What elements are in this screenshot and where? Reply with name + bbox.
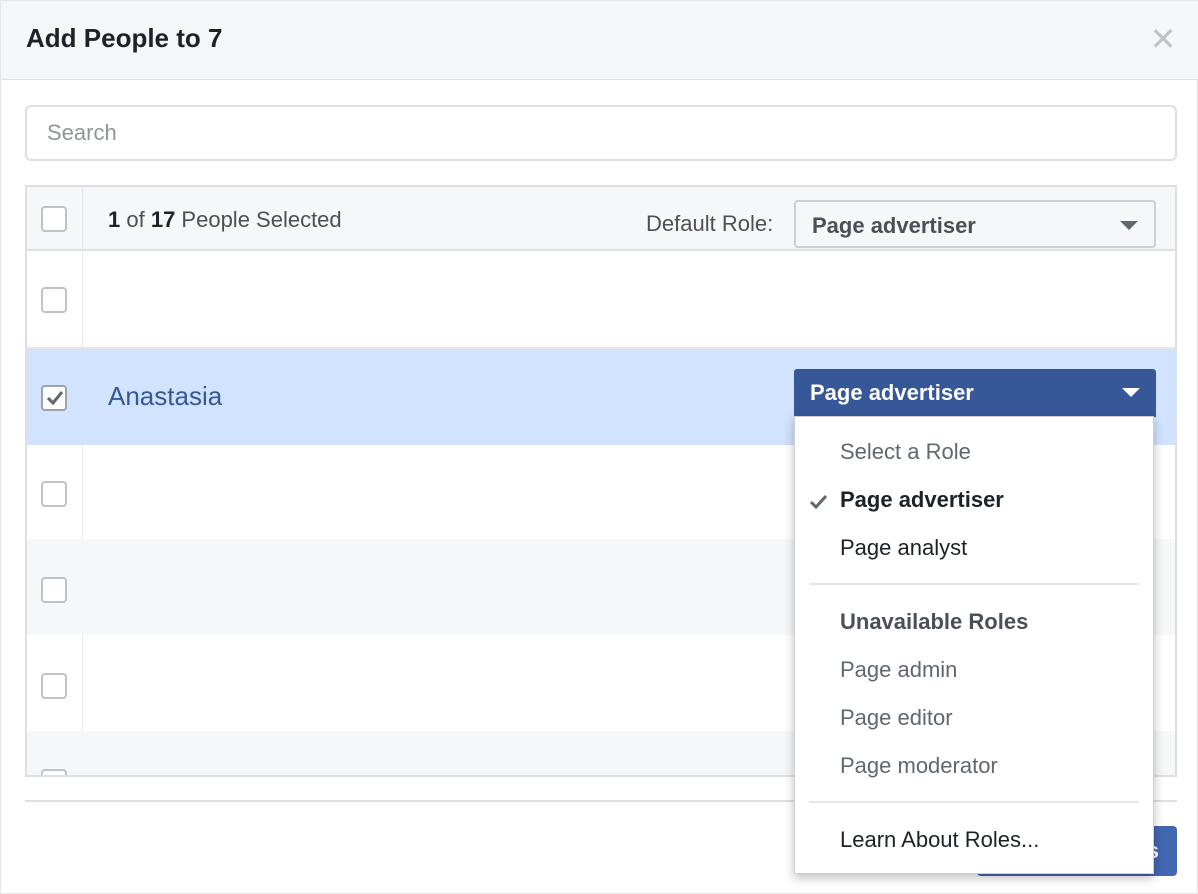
selected-suffix: People Selected [175,207,342,232]
selected-count: 1 [108,207,121,232]
menu-item-page-advertiser[interactable]: Page advertiser [840,487,1004,513]
search-input[interactable] [25,105,1177,161]
menu-item-page-editor: Page editor [840,705,953,730]
close-icon[interactable]: ✕ [1149,23,1177,55]
menu-divider [809,583,1139,585]
menu-item-page-moderator: Page moderator [840,753,998,778]
dialog-title: Add People to 7 [26,23,223,53]
row-checkbox[interactable] [41,287,67,313]
add-people-dialog: Add People to 7 ✕ 1 of 17 People Selecte… [0,0,1198,894]
default-role-label: Default Role: [646,211,774,236]
row-checkbox[interactable] [41,577,67,603]
checkmark-icon [809,494,828,510]
default-role-value: Page advertiser [812,213,976,238]
selected-count-text: 1 of 17 People Selected [108,207,342,233]
table-row[interactable] [27,251,1175,347]
unavailable-roles-header: Unavailable Roles [840,609,1029,634]
row-checkbox-checked[interactable] [41,385,67,411]
default-role-select[interactable]: Page advertiser [794,200,1156,248]
total-count: 17 [150,207,176,232]
dialog-header: Add People to 7 ✕ [1,1,1198,80]
role-dropdown-menu: Select a Role Page advertiser Page analy… [794,416,1154,874]
select-all-checkbox[interactable] [41,206,67,232]
row-checkbox[interactable] [41,769,67,775]
learn-about-roles-link[interactable]: Learn About Roles... [840,827,1039,853]
row-name[interactable]: Anastasia [108,381,222,412]
chevron-down-icon [1120,221,1138,230]
menu-item-page-analyst[interactable]: Page analyst [840,535,967,561]
menu-divider [809,801,1139,803]
chevron-down-icon [1122,388,1140,397]
row-role-select[interactable]: Page advertiser [794,369,1156,417]
menu-item-page-admin: Page admin [840,657,958,682]
row-checkbox[interactable] [41,481,67,507]
checkmark-icon [46,391,64,406]
menu-item-select-role[interactable]: Select a Role [840,439,971,465]
row-checkbox[interactable] [41,673,67,699]
table-header: 1 of 17 People Selected Default Role: Pa… [27,187,1175,251]
row-role-value: Page advertiser [810,380,974,405]
of-text: of [120,207,151,232]
